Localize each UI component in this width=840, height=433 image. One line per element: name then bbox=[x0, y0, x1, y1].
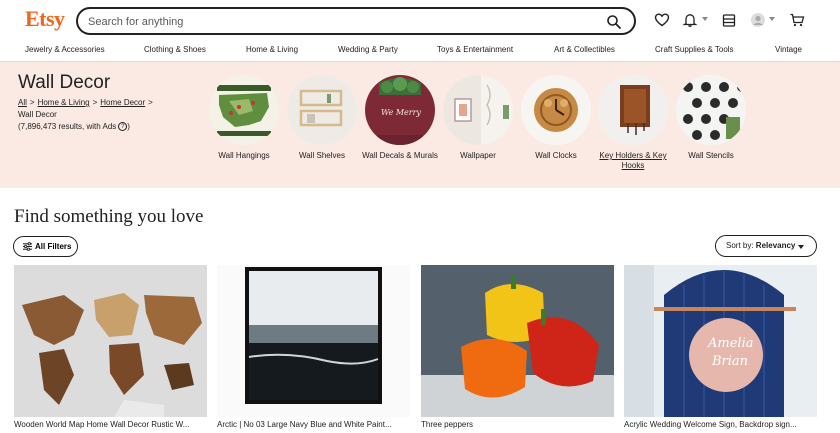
category-nav: Jewelry & Accessories Clothing & Shoes H… bbox=[0, 42, 840, 58]
category-wall-hangings[interactable]: Wall Hangings bbox=[201, 75, 287, 161]
breadcrumb-all[interactable]: All bbox=[18, 98, 27, 107]
nav-item-vintage[interactable]: Vintage bbox=[775, 45, 802, 54]
category-key-holders[interactable]: Key Holders & Key Hooks bbox=[590, 75, 676, 171]
account-caret-icon[interactable] bbox=[769, 17, 775, 21]
category-wall-stencils[interactable]: Wall Stencils bbox=[668, 75, 754, 161]
wall-shelves-image bbox=[287, 75, 357, 145]
shop-manager-icon[interactable] bbox=[721, 12, 737, 28]
wall-stencils-image bbox=[676, 75, 746, 145]
category-label: Wallpaper bbox=[460, 151, 496, 160]
svg-text:Amelia: Amelia bbox=[707, 336, 753, 351]
category-banner: Wall Decor All > Home & Living > Home Decor >… bbox=[0, 61, 840, 188]
breadcrumb-home-decor[interactable]: Home Decor bbox=[100, 98, 145, 107]
nav-item-wedding[interactable]: Wedding & Party bbox=[338, 45, 398, 54]
notifications-caret-icon[interactable] bbox=[702, 17, 708, 21]
nav-item-toys[interactable]: Toys & Entertainment bbox=[437, 45, 513, 54]
bell-icon[interactable] bbox=[682, 12, 698, 28]
category-label: Wall Hangings bbox=[218, 151, 270, 160]
search-bar[interactable] bbox=[76, 7, 636, 35]
wall-clocks-image bbox=[521, 75, 591, 145]
results-close-paren: ) bbox=[127, 122, 130, 131]
etsy-logo[interactable]: Etsy bbox=[25, 6, 65, 32]
category-wall-shelves[interactable]: Wall Shelves bbox=[279, 75, 365, 161]
key-holders-image bbox=[598, 75, 668, 145]
listing-title[interactable]: Acrylic Wedding Welcome Sign, Backdrop s… bbox=[624, 420, 817, 429]
all-filters-button[interactable]: All Filters bbox=[13, 236, 78, 257]
filter-icon bbox=[23, 242, 32, 251]
wall-decals-image: We Merry bbox=[365, 75, 435, 145]
breadcrumb-home-living[interactable]: Home & Living bbox=[38, 98, 90, 107]
nav-item-clothing[interactable]: Clothing & Shoes bbox=[144, 45, 206, 54]
sort-dropdown[interactable]: Sort by: Relevancy bbox=[715, 235, 817, 257]
avatar-icon[interactable] bbox=[750, 12, 766, 28]
nav-item-jewelry[interactable]: Jewelry & Accessories bbox=[25, 45, 105, 54]
listing-card[interactable]: Wooden World Map Home Wall Decor Rustic … bbox=[14, 265, 207, 429]
site-header: Etsy Jewelry & Accessories Clothing & Sh… bbox=[0, 0, 840, 60]
ads-help-icon[interactable]: ? bbox=[118, 122, 128, 132]
chevron-down-icon bbox=[798, 245, 804, 249]
all-filters-label: All Filters bbox=[35, 242, 72, 251]
search-input[interactable] bbox=[88, 13, 588, 31]
svg-text:We Merry: We Merry bbox=[381, 108, 421, 117]
listing-card[interactable]: Amelia Brian Acrylic Wedding Welcome Sig… bbox=[624, 265, 817, 429]
breadcrumb: All > Home & Living > Home Decor > bbox=[18, 98, 156, 107]
nav-item-craft[interactable]: Craft Supplies & Tools bbox=[655, 45, 734, 54]
nav-item-art[interactable]: Art & Collectibles bbox=[554, 45, 615, 54]
breadcrumb-separator: > bbox=[92, 98, 98, 107]
svg-text:Brian: Brian bbox=[711, 354, 748, 369]
listing-image[interactable] bbox=[14, 265, 207, 417]
results-text: (7,896,473 results, with Ads bbox=[18, 122, 117, 131]
search-icon[interactable] bbox=[606, 14, 622, 30]
sort-prefix: Sort by: bbox=[726, 241, 756, 250]
category-label: Wall Stencils bbox=[688, 151, 734, 160]
listing-title[interactable]: Arctic | No 03 Large Navy Blue and White… bbox=[217, 420, 410, 429]
nav-item-home[interactable]: Home & Living bbox=[246, 45, 298, 54]
listing-card[interactable]: Three peppers bbox=[421, 265, 614, 429]
category-label: Wall Clocks bbox=[535, 151, 577, 160]
wall-hangings-image bbox=[209, 75, 279, 145]
listing-image[interactable]: Amelia Brian bbox=[624, 265, 817, 417]
listing-image[interactable] bbox=[217, 265, 410, 417]
sort-value: Relevancy bbox=[755, 241, 796, 250]
listing-image[interactable] bbox=[421, 265, 614, 417]
breadcrumb-current: Wall Decor bbox=[18, 110, 57, 119]
category-wall-decals[interactable]: We Merry Wall Decals & Murals bbox=[357, 75, 443, 161]
cart-icon[interactable] bbox=[789, 12, 805, 28]
breadcrumb-separator: > bbox=[29, 98, 35, 107]
listing-title[interactable]: Wooden World Map Home Wall Decor Rustic … bbox=[14, 420, 207, 429]
breadcrumb-separator: > bbox=[148, 98, 153, 107]
page-title: Wall Decor bbox=[18, 72, 111, 93]
listing-title[interactable]: Three peppers bbox=[421, 420, 614, 429]
category-wallpaper[interactable]: Wallpaper bbox=[435, 75, 521, 161]
category-wall-clocks[interactable]: Wall Clocks bbox=[513, 75, 599, 161]
category-label: Key Holders & Key Hooks bbox=[599, 151, 667, 170]
listing-card[interactable]: Arctic | No 03 Large Navy Blue and White… bbox=[217, 265, 410, 429]
results-count: (7,896,473 results, with Ads?) bbox=[18, 122, 130, 132]
section-heading: Find something you love bbox=[14, 206, 204, 227]
heart-icon[interactable] bbox=[654, 12, 670, 28]
wallpaper-image bbox=[443, 75, 513, 145]
category-label: Wall Decals & Murals bbox=[362, 151, 438, 160]
category-label: Wall Shelves bbox=[299, 151, 345, 160]
